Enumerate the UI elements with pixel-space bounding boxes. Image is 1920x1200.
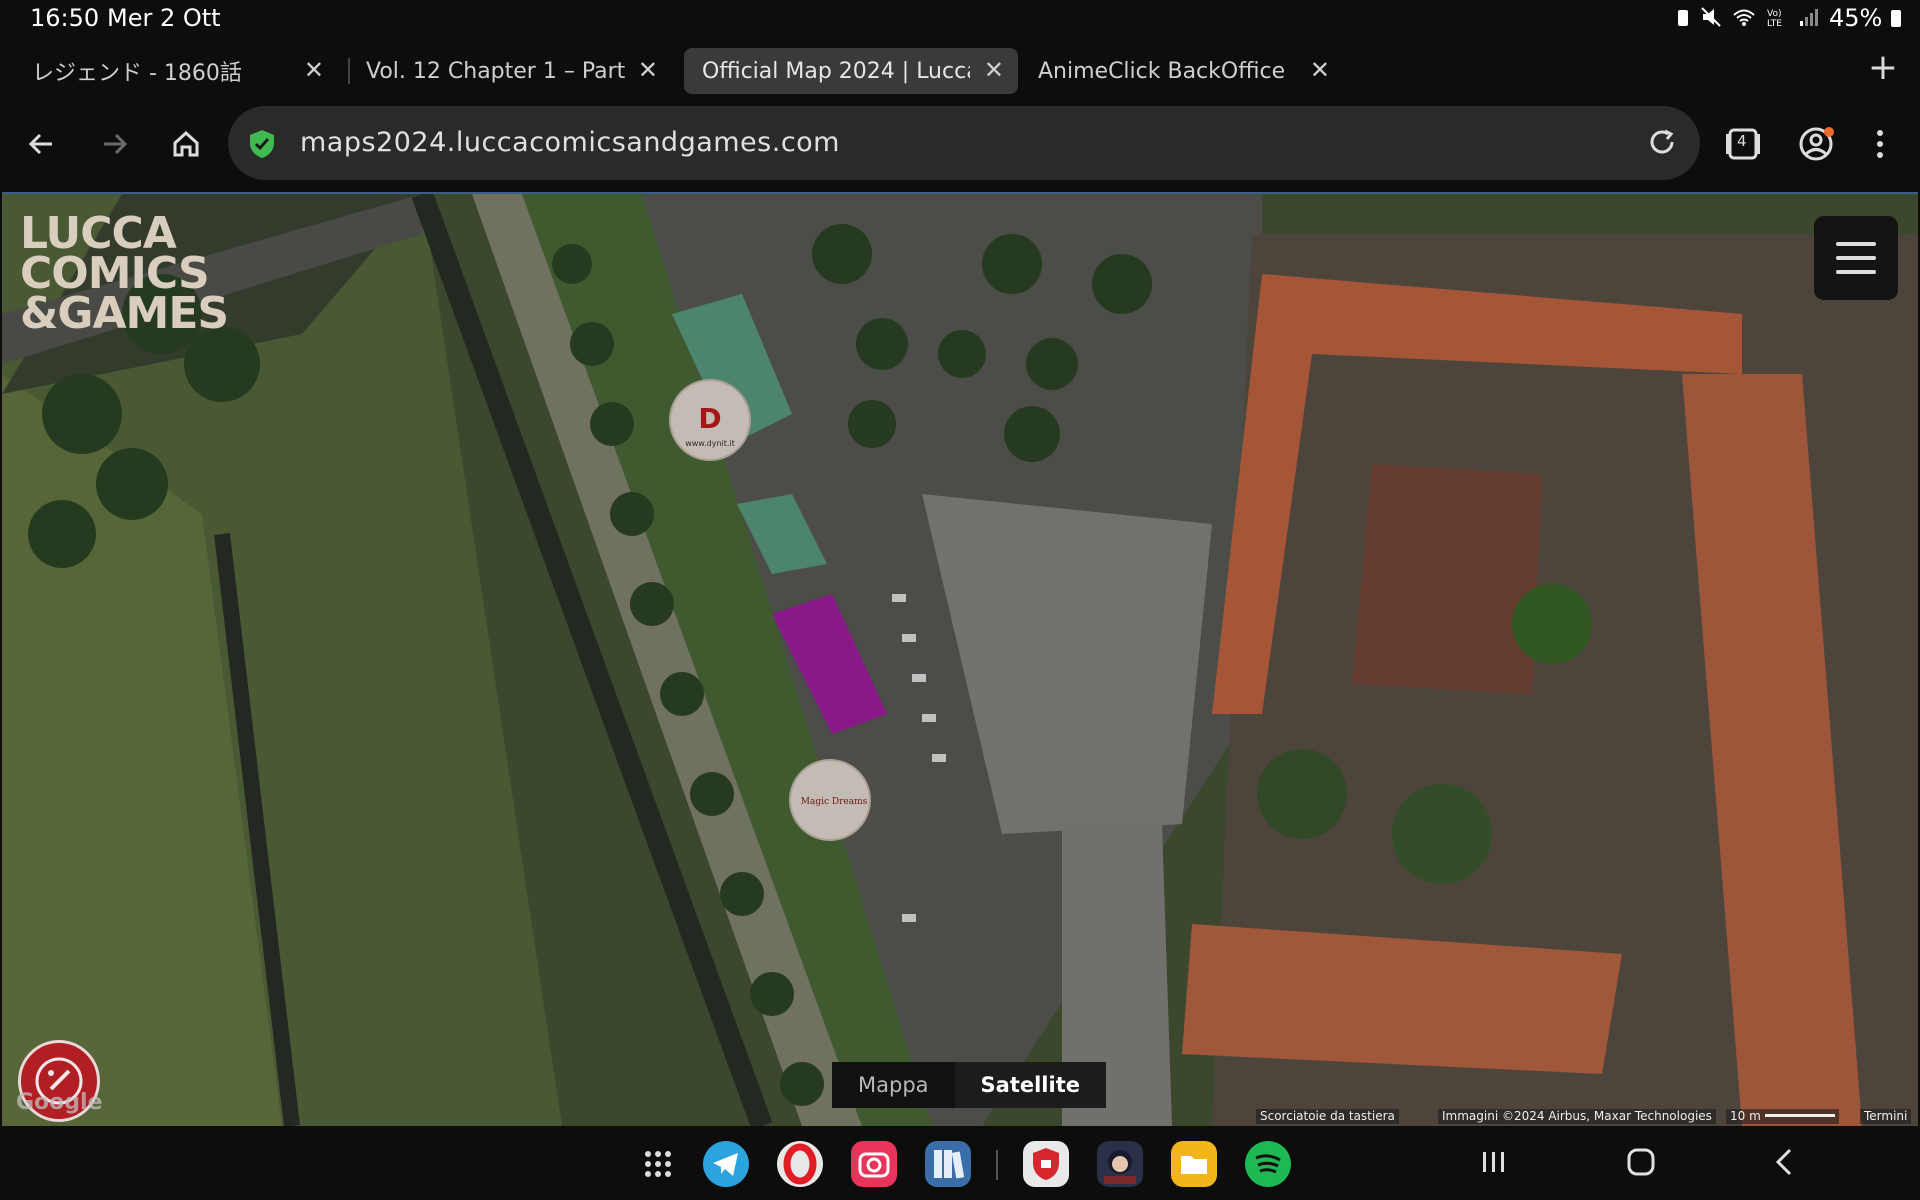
tab-strip: レジェンド - 1860話 ✕ Vol. 12 Chapter 1 – Part… [0,46,1920,96]
close-tab-icon[interactable]: ✕ [1310,57,1330,83]
battery-level: 45% [1829,4,1902,32]
new-tab-button[interactable]: + [1868,50,1898,86]
mute-icon [1701,7,1721,27]
svg-text:Vo): Vo) [1767,9,1781,19]
tab-animeclick[interactable]: AnimeClick BackOffice ✕ [1024,48,1344,94]
account-icon[interactable] [1796,124,1836,164]
satellite-imagery: D www.dynit.it Magic Dreams [2,194,1918,1126]
map-menu-button[interactable] [1814,216,1898,300]
imagery-attribution: Immagini ©2024 Airbus, Maxar Technologie… [1438,1109,1716,1124]
signal-icon [1800,9,1818,26]
shield-app-icon[interactable] [1022,1140,1070,1188]
spotify-icon[interactable] [1244,1140,1292,1188]
map-scale[interactable]: 10 m [1726,1109,1839,1124]
battery-icon [1891,10,1901,27]
tab-legend[interactable]: レジェンド - 1860話 ✕ [18,48,338,94]
url-text[interactable]: maps2024.luccacomicsandgames.com [300,127,840,158]
tab-title: AnimeClick BackOffice [1038,58,1286,84]
tab-title: Official Map 2024 | Lucca [702,58,970,84]
status-date: Mer 2 Ott [107,4,221,32]
forward-icon[interactable] [94,124,134,164]
anime-app-icon[interactable] [1096,1140,1144,1188]
back-icon[interactable] [22,124,62,164]
files-icon[interactable] [1170,1140,1218,1188]
close-tab-icon[interactable]: ✕ [984,57,1004,83]
keyboard-shortcuts-link[interactable]: Scorciatoie da tastiera [1256,1109,1399,1124]
scale-bar [1764,1114,1835,1117]
address-bar[interactable]: maps2024.luccacomicsandgames.com [228,106,1700,180]
books-icon[interactable] [924,1140,972,1188]
home-icon[interactable] [166,124,206,164]
tab-title: Vol. 12 Chapter 1 – Part 1 [366,58,628,84]
lucca-comics-games-logo[interactable]: LUCCA COMICS &GAMES [20,212,229,339]
google-watermark: Google [16,1090,103,1115]
status-time: 16:50 [30,4,100,32]
map-type-control: Mappa Satellite [832,1062,1106,1108]
tab-vol12[interactable]: Vol. 12 Chapter 1 – Part 1 ✕ [352,48,672,94]
wifi-icon [1733,9,1755,26]
status-bar: 16:50 Mer 2 Ott Vo) LTE 45% [0,0,1920,38]
scale-label: 10 m [1730,1109,1761,1123]
grid-icon[interactable] [634,1140,682,1188]
terms-link[interactable]: Termini [1860,1109,1912,1124]
svg-text:LTE: LTE [1767,19,1782,27]
tab-title: レジェンド - 1860話 [32,61,242,86]
tab-divider [348,58,350,84]
close-tab-icon[interactable]: ✕ [638,57,658,83]
map-type-satellite-button[interactable]: Satellite [954,1062,1106,1108]
opera-icon[interactable] [776,1140,824,1188]
secure-shield-icon[interactable] [248,128,276,160]
logo-line-3: &GAMES [20,288,229,339]
telegram-icon[interactable] [702,1140,750,1188]
tab-switcher-button[interactable]: 4 [1724,126,1762,162]
dock-divider [996,1150,998,1180]
android-nav-bar [0,1126,1920,1200]
back-nav-icon[interactable] [1770,1144,1798,1180]
camera-icon[interactable] [850,1140,898,1188]
home-nav-icon[interactable] [1624,1144,1658,1180]
tab-official-map[interactable]: Official Map 2024 | Lucca ✕ [684,48,1018,94]
map-type-map-button[interactable]: Mappa [832,1062,955,1108]
volte-icon: Vo)LTE [1767,9,1782,27]
satellite-map[interactable]: D www.dynit.it Magic Dreams LUCCA COMICS… [2,192,1918,1126]
close-tab-icon[interactable]: ✕ [304,57,324,83]
tab-count: 4 [1737,132,1747,150]
reload-icon[interactable] [1646,126,1678,158]
recent-apps-icon[interactable] [1480,1144,1508,1180]
battery-saver-icon [1678,10,1688,26]
browser-toolbar: maps2024.luccacomicsandgames.com 4 [0,106,1920,182]
more-options-icon[interactable] [1860,124,1900,164]
